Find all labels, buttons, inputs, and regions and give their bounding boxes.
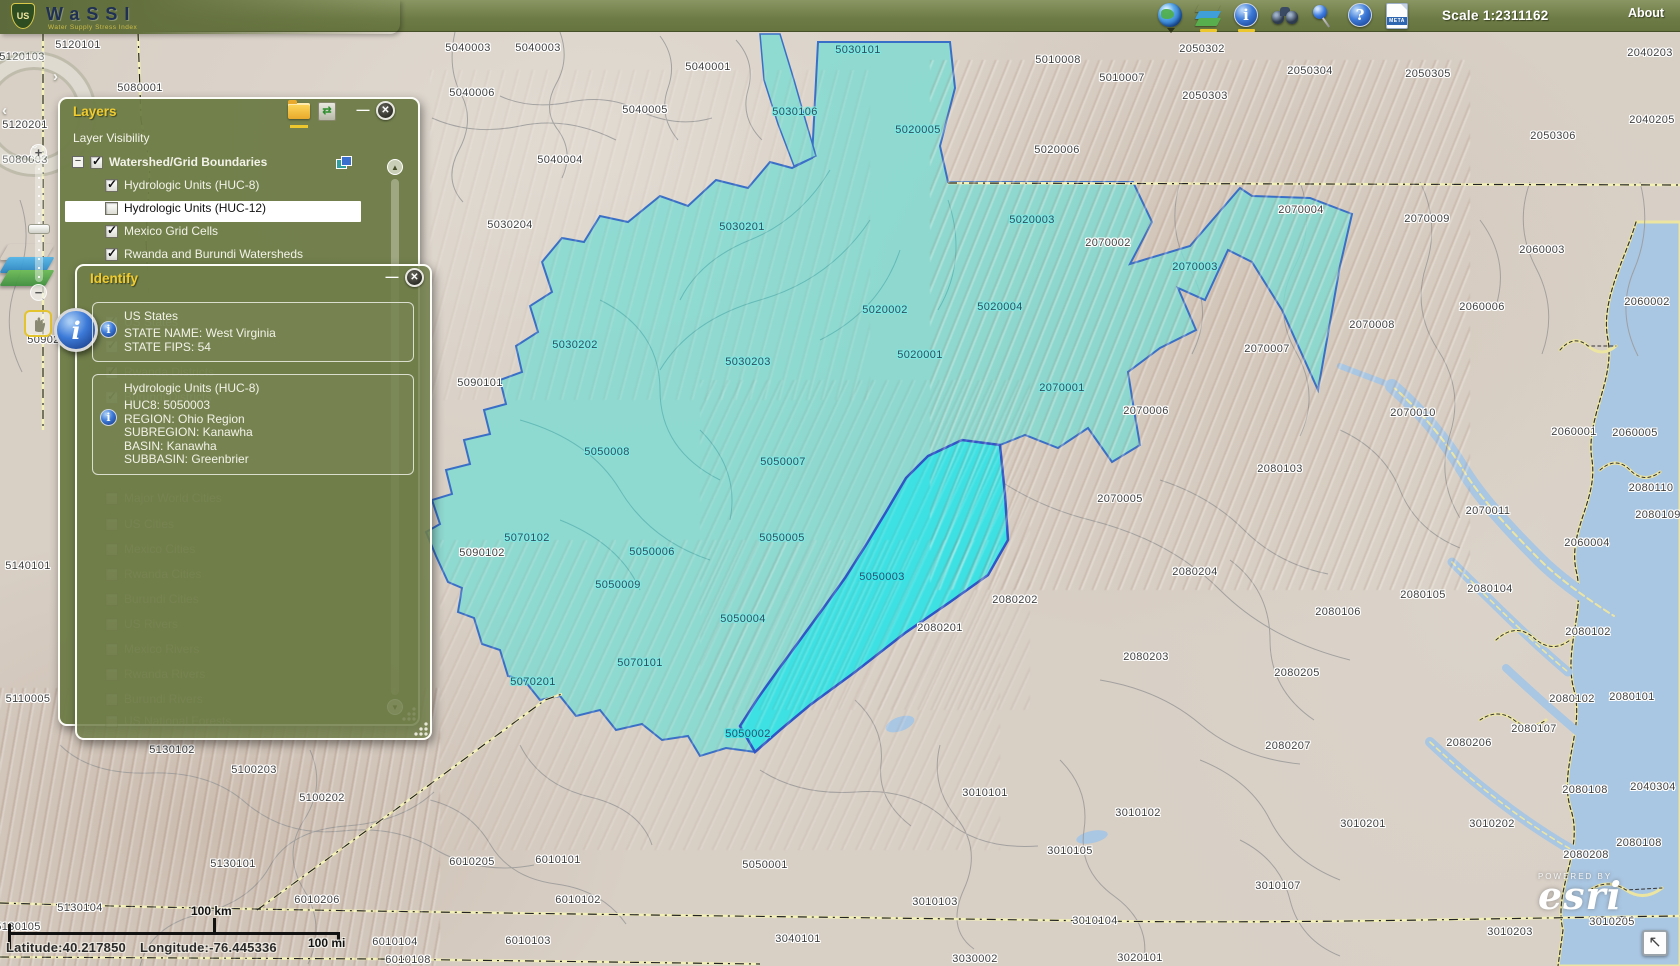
- overview-map-toggle-button[interactable]: ↖: [1642, 930, 1668, 956]
- identify-tool-button[interactable]: i: [1234, 3, 1260, 29]
- app-header: US WaSSI Water Supply Stress Index i ? M…: [0, 0, 1680, 32]
- pushpin-icon: [1310, 3, 1334, 29]
- pushpin-tool-button[interactable]: [1310, 3, 1336, 29]
- globe-icon: [1158, 3, 1182, 27]
- scalebar-mi-label: 100 mi: [308, 936, 345, 950]
- zoom-out-button[interactable]: −: [30, 284, 47, 301]
- layer-checkbox[interactable]: [105, 179, 118, 192]
- identify-panel-title: Identify: [90, 271, 138, 286]
- identify-result-fields: HUC8: 5050003REGION: Ohio RegionSUBREGIO…: [124, 399, 413, 467]
- latitude-readout: Latitude:40.217850: [6, 940, 126, 955]
- about-link[interactable]: About: [1628, 6, 1664, 20]
- group-checkbox[interactable]: [90, 156, 103, 169]
- identify-panel-titlebar[interactable]: Identify — ✕: [77, 266, 430, 292]
- collapse-group-icon[interactable]: −: [72, 156, 84, 168]
- layers-tool-button[interactable]: [1196, 3, 1222, 29]
- info-icon: i: [1234, 3, 1258, 27]
- pan-hand-tool[interactable]: [24, 310, 52, 337]
- identify-close-button[interactable]: ✕: [405, 268, 424, 287]
- longitude-readout: Longitude:-76.445336: [140, 940, 277, 955]
- refresh-layers-icon[interactable]: ⇄: [318, 102, 336, 121]
- identify-result-fields: STATE NAME: West VirginiaSTATE FIPS: 54: [124, 327, 413, 354]
- layers-close-button[interactable]: ✕: [376, 101, 395, 120]
- zoom-in-button[interactable]: +: [30, 144, 47, 161]
- forest-service-shield-icon: US: [11, 3, 35, 29]
- layer-label: Hydrologic Units (HUC-12): [124, 201, 266, 215]
- esri-logo: esri: [1538, 881, 1622, 911]
- info-icon: i: [100, 321, 117, 338]
- identify-result: Hydrologic Units (HUC-8) i HUC8: 5050003RE…: [92, 374, 414, 475]
- active-tool-underline: [1200, 29, 1217, 32]
- scalebar-km-label: 100 km: [191, 904, 232, 918]
- info-icon: i: [100, 409, 117, 426]
- zoom-slider-handle[interactable]: [28, 224, 50, 234]
- layer-checkbox[interactable]: [105, 248, 118, 261]
- metadata-button[interactable]: META: [1386, 3, 1412, 29]
- layer-group-row[interactable]: − Watershed/Grid Boundaries: [72, 155, 267, 169]
- layer-checkbox[interactable]: [105, 225, 118, 238]
- find-tool-button[interactable]: [1272, 3, 1298, 29]
- map-layers-icon: [1196, 3, 1222, 29]
- layer-visibility-label: Layer Visibility: [73, 131, 149, 145]
- identify-result: US States i STATE NAME: West VirginiaSTATE…: [92, 302, 414, 362]
- wv-huc8-region: [426, 42, 1352, 756]
- layer-item-hydrologic-units-huc-12-[interactable]: Hydrologic Units (HUC-12): [105, 201, 266, 215]
- layer-checkbox[interactable]: [105, 202, 118, 215]
- layer-item-rwanda-and-burundi-watersheds[interactable]: Rwanda and Burundi Watersheds: [105, 247, 303, 261]
- group-label: Watershed/Grid Boundaries: [109, 155, 267, 169]
- identify-result-layer: Hydrologic Units (HUC-8): [124, 381, 413, 395]
- identify-panel: Identify — ✕ i US States i STATE NAME: Wes…: [75, 264, 432, 740]
- layers-panel-title: Layers: [73, 104, 117, 119]
- esri-credit: POWERED BY esri: [1538, 872, 1622, 911]
- binoculars-icon: [1272, 3, 1298, 27]
- layer-label: Hydrologic Units (HUC-8): [124, 178, 259, 192]
- logo-tile: US WaSSI Water Supply Stress Index: [0, 0, 400, 34]
- layers-panel-titlebar[interactable]: Layers ⇄ — ✕: [60, 99, 418, 125]
- toolbar: i ? META: [1158, 3, 1412, 31]
- northern-panhandle-sliver: [760, 34, 816, 166]
- open-folder-icon[interactable]: [288, 103, 310, 119]
- layers-minimize-button[interactable]: —: [356, 102, 370, 118]
- active-tool-underline: [1238, 29, 1255, 32]
- hand-icon: [30, 315, 48, 333]
- identify-resize-grip[interactable]: [414, 722, 428, 736]
- layer-label: Rwanda and Burundi Watersheds: [124, 247, 303, 261]
- layer-item-mexico-grid-cells[interactable]: Mexico Grid Cells: [105, 224, 218, 238]
- basemap-globe-button[interactable]: [1158, 3, 1184, 29]
- app-subtitle: Water Supply Stress Index: [48, 24, 137, 31]
- layer-item-hydrologic-units-huc-8-[interactable]: Hydrologic Units (HUC-8): [105, 178, 259, 192]
- help-icon: ?: [1348, 3, 1372, 27]
- metadata-document-icon: META: [1386, 3, 1408, 29]
- chevron-down-icon: [1167, 28, 1175, 33]
- layer-label: Mexico Grid Cells: [124, 224, 218, 238]
- group-layers-icon[interactable]: [336, 156, 353, 170]
- help-button[interactable]: ?: [1348, 3, 1374, 29]
- identify-result-layer: US States: [124, 309, 413, 323]
- scroll-up-arrow[interactable]: ▲: [387, 159, 403, 175]
- map-scale-readout: Scale 1:2311162: [1442, 8, 1549, 23]
- coordinate-readout: Latitude:40.217850 Longitude:-76.445336: [6, 940, 291, 955]
- app-title: WaSSI: [46, 4, 136, 25]
- identify-minimize-button[interactable]: —: [385, 269, 399, 285]
